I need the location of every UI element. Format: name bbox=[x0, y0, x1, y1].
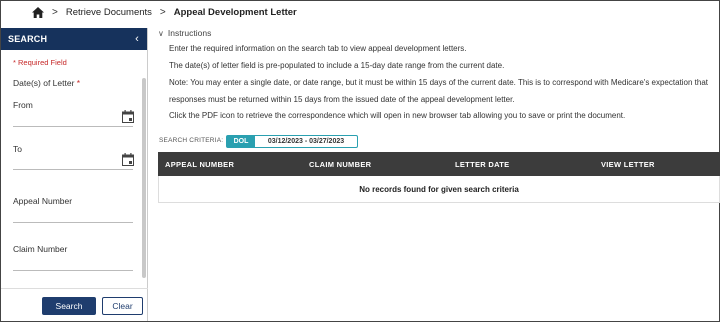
column-header-letter-date[interactable]: LETTER DATE bbox=[455, 160, 509, 169]
required-field-note: * Required Field bbox=[13, 58, 67, 67]
column-header-view-letter[interactable]: VIEW LETTER bbox=[601, 160, 655, 169]
search-button[interactable]: Search bbox=[42, 297, 96, 315]
instruction-line: Note: You may enter a single date, or da… bbox=[169, 78, 709, 87]
instruction-line: The date(s) of letter field is pre-popul… bbox=[169, 61, 505, 70]
results-table-empty-row: No records found for given search criter… bbox=[158, 176, 720, 203]
to-label: To bbox=[13, 144, 22, 154]
chevron-down-icon: ∨ bbox=[158, 28, 164, 38]
search-criteria-label: SEARCH CRITERIA: bbox=[159, 137, 224, 144]
breadcrumb-retrieve-documents[interactable]: Retrieve Documents bbox=[66, 7, 152, 18]
chevron-left-icon[interactable]: ‹ bbox=[135, 33, 139, 45]
claim-number-label: Claim Number bbox=[13, 244, 68, 254]
breadcrumb-current: Appeal Development Letter bbox=[173, 6, 297, 18]
results-table-header: APPEAL NUMBER CLAIM NUMBER LETTER DATE V… bbox=[158, 152, 720, 176]
home-icon[interactable] bbox=[32, 6, 44, 18]
breadcrumb: > Retrieve Documents > Appeal Developmen… bbox=[32, 4, 297, 20]
appeal-number-label: Appeal Number bbox=[13, 196, 73, 206]
appeal-number-field[interactable] bbox=[13, 222, 133, 223]
calendar-icon[interactable] bbox=[122, 110, 134, 123]
sidebar-header: SEARCH ‹ bbox=[1, 28, 147, 50]
sidebar-title: SEARCH bbox=[8, 34, 48, 44]
criteria-tag: DOL bbox=[227, 136, 255, 147]
calendar-icon[interactable] bbox=[122, 153, 134, 166]
search-sidebar: SEARCH ‹ * Required Field Date(s) of Let… bbox=[1, 28, 148, 321]
clear-button[interactable]: Clear bbox=[102, 297, 143, 315]
to-date-field[interactable] bbox=[13, 169, 133, 170]
instruction-line: Click the PDF icon to retrieve the corre… bbox=[169, 111, 626, 120]
instructions-label: Instructions bbox=[167, 28, 212, 38]
empty-message: No records found for given search criter… bbox=[359, 184, 519, 194]
column-header-appeal-number[interactable]: APPEAL NUMBER bbox=[165, 160, 234, 169]
instruction-line: Enter the required information on the se… bbox=[169, 44, 467, 53]
breadcrumb-separator: > bbox=[52, 6, 58, 18]
criteria-range: 03/12/2023 - 03/27/2023 bbox=[267, 138, 345, 145]
instruction-line: responses must be returned within 15 day… bbox=[169, 95, 515, 104]
from-date-field[interactable] bbox=[13, 126, 133, 127]
claim-number-field[interactable] bbox=[13, 270, 133, 271]
date-of-letter-label: Date(s) of Letter * bbox=[13, 78, 81, 88]
instructions-toggle[interactable]: ∨ Instructions bbox=[158, 28, 211, 38]
from-label: From bbox=[13, 100, 33, 110]
divider bbox=[1, 288, 148, 289]
column-header-claim-number[interactable]: CLAIM NUMBER bbox=[309, 160, 371, 169]
breadcrumb-separator: > bbox=[159, 6, 166, 18]
sidebar-scrollbar[interactable] bbox=[142, 78, 146, 278]
search-criteria-chip: DOL 03/12/2023 - 03/27/2023 bbox=[226, 135, 358, 148]
